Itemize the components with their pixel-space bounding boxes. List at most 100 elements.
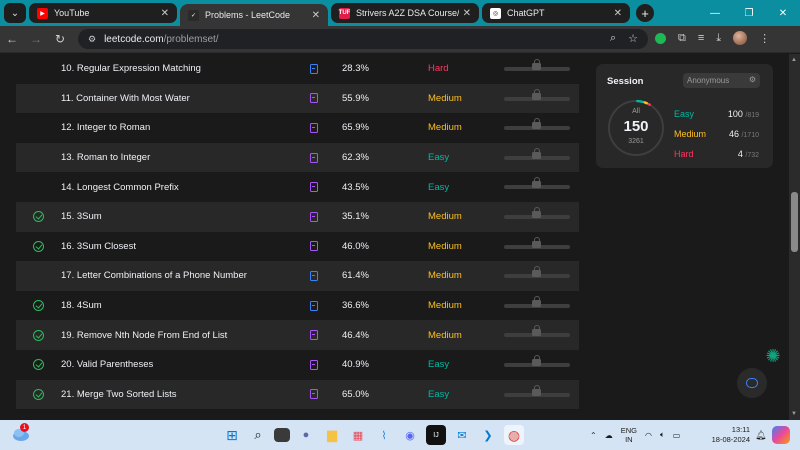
url-host: leetcode.com [104, 33, 164, 45]
solution-doc-icon[interactable] [309, 182, 318, 193]
solution-doc-icon[interactable] [309, 330, 318, 341]
teams-chat-icon[interactable]: ● [296, 425, 316, 445]
problem-title-link[interactable]: 13. Roman to Integer [61, 152, 291, 163]
tab-search-chevron-icon[interactable]: ⌄ [4, 3, 26, 23]
table-row[interactable]: 14. Longest Common Prefix 43.5% Easy [16, 172, 579, 202]
page-scrollbar[interactable]: ▲ ▼ [789, 54, 800, 420]
browser-tab[interactable]: TUF Strivers A2Z DSA Course/Sheet ✕ [331, 3, 479, 23]
language-indicator[interactable]: ENG IN [621, 426, 637, 444]
back-arrow-icon[interactable]: ← [0, 32, 24, 46]
session-select[interactable]: Anonymous ⚙ [683, 73, 760, 88]
status-cell [16, 329, 61, 341]
new-tab-button[interactable]: + [636, 4, 654, 22]
lock-icon [532, 177, 541, 189]
table-row[interactable]: 19. Remove Nth Node From End of List 46.4… [16, 320, 579, 350]
problem-title-link[interactable]: 19. Remove Nth Node From End of List [61, 330, 291, 341]
feedback-chat-button[interactable] [737, 368, 767, 398]
problem-title-link[interactable]: 21. Merge Two Sorted Lists [61, 389, 291, 400]
address-bar[interactable]: ⚙ leetcode.com/problemset/ ⌕ ☆ [78, 29, 648, 49]
browser-tab[interactable]: ◎ ChatGPT ✕ [482, 3, 630, 23]
solution-doc-icon[interactable] [309, 152, 318, 163]
forward-arrow-icon[interactable]: → [24, 32, 48, 46]
scroll-down-icon[interactable]: ▼ [791, 411, 797, 417]
problem-title-link[interactable]: 18. 4Sum [61, 300, 291, 311]
problem-title-link[interactable]: 10. Regular Expression Matching [61, 63, 291, 74]
tray-chevron-icon[interactable]: ⌃ [590, 431, 597, 440]
system-clock[interactable]: 13:11 18-08-2024 [706, 425, 750, 445]
intellij-icon[interactable]: IJ [426, 425, 446, 445]
tab-title: YouTube [54, 8, 90, 18]
table-row[interactable]: 18. 4Sum 36.6% Medium [16, 290, 579, 321]
tab-close-icon[interactable]: ✕ [463, 8, 471, 19]
onedrive-icon[interactable]: ☁ [605, 431, 613, 440]
solution-doc-icon[interactable] [309, 270, 318, 281]
tab-close-icon[interactable]: ✕ [312, 10, 320, 21]
table-row[interactable]: 12. Integer to Roman 65.9% Medium [16, 113, 579, 143]
task-view-icon[interactable] [274, 428, 290, 442]
battery-icon[interactable]: ▭ [673, 431, 681, 440]
wifi-icon[interactable]: ◠ [645, 431, 652, 440]
site-info-icon[interactable]: ⚙ [88, 34, 96, 45]
table-row[interactable]: 21. Merge Two Sorted Lists 65.0% Easy [16, 379, 579, 410]
browser-tab[interactable]: ✓ Problems - LeetCode ✕ [180, 4, 328, 26]
profile-avatar[interactable] [733, 31, 748, 45]
solution-doc-icon[interactable] [309, 359, 318, 370]
problem-title-link[interactable]: 17. Letter Combinations of a Phone Numbe… [61, 270, 291, 281]
more-menu-icon[interactable]: ⋮ [759, 32, 770, 45]
microsoft-store-icon[interactable]: ▦ [348, 425, 368, 445]
solution-doc-icon[interactable] [309, 389, 318, 400]
chatgpt-extension-icon[interactable]: ✺ [762, 345, 784, 367]
difficulty-label: Medium [428, 211, 462, 223]
problem-title-link[interactable]: 20. Valid Parentheses [61, 359, 291, 370]
scroll-up-icon[interactable]: ▲ [791, 57, 797, 63]
file-explorer-icon[interactable]: ▆ [322, 425, 342, 445]
tab-close-icon[interactable]: ✕ [161, 8, 169, 19]
table-row[interactable]: 15. 3Sum 35.1% Medium [16, 201, 579, 232]
frequency-cell [504, 84, 579, 114]
solution-doc-icon[interactable] [309, 122, 318, 133]
table-row[interactable]: 20. Valid Parentheses 40.9% Easy [16, 349, 579, 380]
windows-start-icon[interactable]: ⊞ [222, 425, 242, 445]
chrome-icon[interactable]: ◍ [504, 425, 524, 445]
problem-title-link[interactable]: 14. Longest Common Prefix [61, 182, 291, 193]
download-icon[interactable]: ⤓ [716, 32, 721, 45]
frequency-cell [504, 113, 579, 143]
table-row[interactable]: 10. Regular Expression Matching 28.3% Hard [16, 54, 579, 84]
restore-button[interactable]: ❐ [732, 0, 766, 26]
table-row[interactable]: 16. 3Sum Closest 46.0% Medium [16, 231, 579, 262]
browser-tab-strip: ⌄ ▶ YouTube ✕ ✓ Problems - LeetCode ✕ TUF Striv… [0, 0, 800, 26]
vscode-icon[interactable]: ❯ [478, 425, 498, 445]
graph-app-icon[interactable]: ⌇ [374, 425, 394, 445]
solution-doc-icon[interactable] [309, 211, 318, 222]
table-row[interactable]: 17. Letter Combinations of a Phone Numbe… [16, 261, 579, 291]
copilot-icon[interactable] [772, 426, 790, 444]
problem-title-link[interactable]: 15. 3Sum [61, 211, 291, 222]
minimize-button[interactable]: — [698, 0, 732, 26]
volume-icon[interactable]: 🔈︎ [660, 430, 665, 440]
search-icon[interactable]: ⌕ [248, 425, 268, 445]
solved-check-icon [33, 240, 44, 252]
solution-doc-icon[interactable] [309, 241, 318, 252]
reading-list-icon[interactable]: ≡ [698, 32, 704, 44]
bookmark-star-icon[interactable]: ☆ [628, 32, 638, 45]
tab-close-icon[interactable]: ✕ [614, 8, 622, 19]
solution-doc-icon[interactable] [309, 300, 318, 311]
table-row[interactable]: 13. Roman to Integer 62.3% Easy [16, 142, 579, 173]
zoom-icon[interactable]: ⌕ [610, 32, 616, 45]
discord-app-icon[interactable]: ◉ [400, 425, 420, 445]
reload-icon[interactable]: ↻ [48, 32, 72, 46]
mail-icon[interactable]: ✉ [452, 425, 472, 445]
notification-bell-icon[interactable]: 🔔︎ [755, 430, 766, 440]
problem-title-link[interactable]: 11. Container With Most Water [61, 93, 291, 104]
problem-title-link[interactable]: 16. 3Sum Closest [61, 241, 291, 252]
extensions-puzzle-icon[interactable]: ⧉ [678, 32, 686, 45]
gear-icon[interactable]: ⚙ [749, 75, 756, 84]
solution-doc-icon[interactable] [309, 93, 318, 104]
browser-tab[interactable]: ▶ YouTube ✕ [29, 3, 177, 23]
close-window-button[interactable]: ✕ [766, 0, 800, 26]
problem-title-link[interactable]: 12. Integer to Roman [61, 122, 291, 133]
grammarly-extension-icon[interactable] [655, 32, 666, 44]
table-row[interactable]: 11. Container With Most Water 55.9% Medium [16, 83, 579, 114]
scrollbar-thumb[interactable] [791, 192, 798, 252]
solution-doc-icon[interactable] [309, 63, 318, 74]
